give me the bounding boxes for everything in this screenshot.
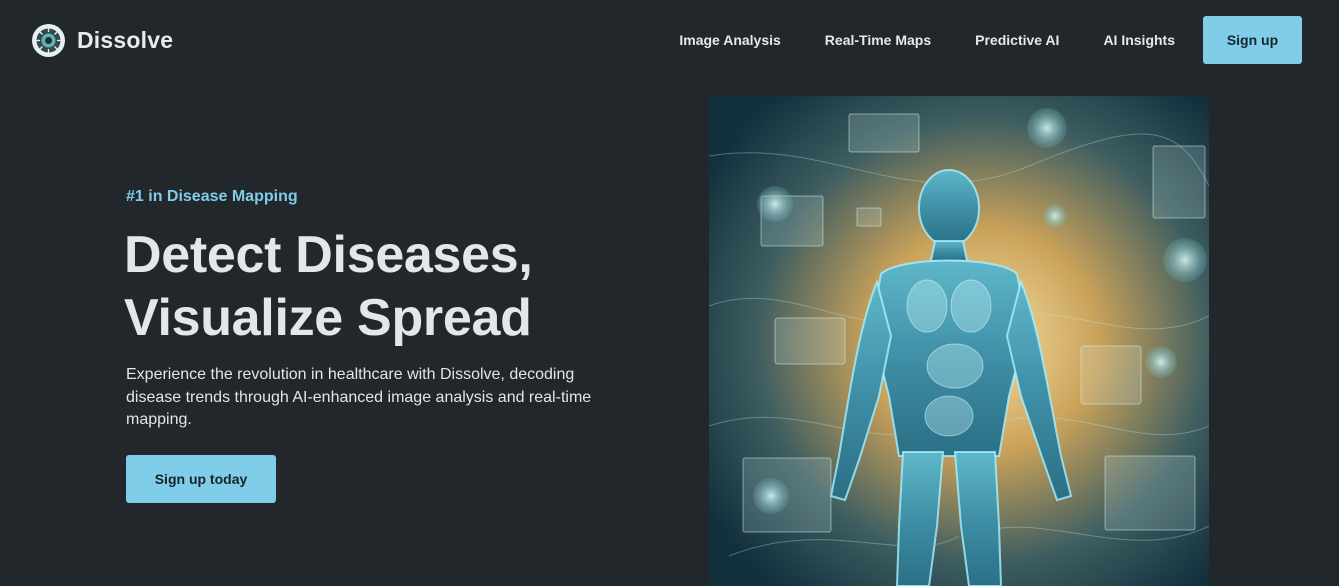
headline-line-1: Detect Diseases, [124, 226, 533, 284]
nav-link-predictive-ai[interactable]: Predictive AI [975, 32, 1059, 48]
signup-button[interactable]: Sign up [1203, 16, 1302, 64]
virus-globe-icon [32, 23, 65, 57]
hero-eyebrow: #1 in Disease Mapping [126, 188, 298, 205]
brand-home-link[interactable]: Dissolve [32, 22, 173, 58]
signup-today-button[interactable]: Sign up today [126, 455, 276, 503]
headline-line-2: Visualize Spread [124, 289, 532, 347]
hero-description: Experience the revolution in healthcare … [126, 366, 592, 428]
nav-link-image-analysis[interactable]: Image Analysis [679, 32, 780, 48]
landing-page: Dissolve Image Analysis Real-Time Maps P… [0, 0, 1339, 586]
main-nav: Image Analysis Real-Time Maps Predictive… [679, 16, 1302, 64]
site-header: Dissolve Image Analysis Real-Time Maps P… [0, 0, 1339, 80]
nav-link-real-time-maps[interactable]: Real-Time Maps [825, 32, 931, 48]
nav-link-ai-insights[interactable]: AI Insights [1103, 32, 1175, 48]
hero-headline: Detect Diseases, Visualize Spread [124, 224, 684, 350]
human-body-hologram-illustration [709, 96, 1209, 586]
brand-name: Dissolve [77, 26, 174, 53]
hero-image [709, 96, 1209, 586]
